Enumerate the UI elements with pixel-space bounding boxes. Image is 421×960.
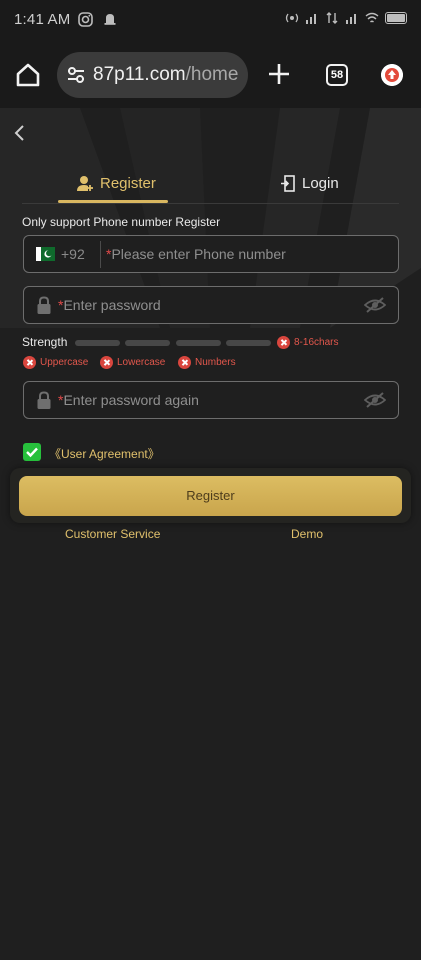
rule-length-text: 8-16chars <box>294 337 339 348</box>
register-button[interactable]: Register <box>19 476 402 516</box>
rule-numbers-text: Numbers <box>195 357 236 368</box>
tab-login-label: Login <box>302 174 339 192</box>
check-icon <box>26 447 38 458</box>
rule-lowercase-text: Lowercase <box>117 357 166 368</box>
notification-bell-icon <box>104 14 116 25</box>
rule-uppercase: Uppercase <box>23 356 88 369</box>
register-page: Register Login Only support Phone number… <box>0 108 421 960</box>
tab-login[interactable]: Login <box>280 166 339 200</box>
url-host: 87p11.com <box>93 64 186 85</box>
user-add-icon <box>77 175 93 191</box>
strength-segment <box>75 340 120 346</box>
status-bar: 1:41 AM <box>0 0 421 40</box>
tune-icon[interactable] <box>65 64 87 86</box>
confirm-password-placeholder-text: Enter password again <box>63 392 199 408</box>
chevron-left-icon[interactable] <box>10 122 30 144</box>
error-x-icon <box>23 356 36 369</box>
agreement-checkbox[interactable] <box>23 443 41 461</box>
customer-service-link[interactable]: Customer Service <box>65 527 160 541</box>
eye-off-icon[interactable] <box>364 391 386 409</box>
url-path: /home <box>185 64 239 85</box>
address-bar[interactable]: 87p11.com/home <box>57 52 248 98</box>
tab-register[interactable]: Register <box>76 166 156 200</box>
eye-off-icon[interactable] <box>364 296 386 314</box>
tab-register-label: Register <box>100 174 156 192</box>
error-x-icon <box>277 336 290 349</box>
door-enter-icon <box>281 174 295 192</box>
home-icon[interactable] <box>14 61 42 89</box>
battery-icon <box>385 12 407 24</box>
rule-lowercase: Lowercase <box>100 356 165 369</box>
lock-icon <box>37 391 51 409</box>
signal-2-icon <box>346 14 356 24</box>
demo-link[interactable]: Demo <box>291 527 323 541</box>
data-arrows-icon <box>326 12 338 24</box>
plus-icon[interactable] <box>266 61 292 87</box>
tab-divider <box>22 203 399 204</box>
rule-length: 8-16chars <box>277 336 338 349</box>
user-agreement-link[interactable]: 《User Agreement》 <box>49 445 160 462</box>
hotspot-icon <box>285 13 299 23</box>
instagram-icon <box>78 12 93 27</box>
password-placeholder-text: Enter password <box>63 297 161 313</box>
country-code-divider <box>100 241 101 268</box>
phone-placeholder-text: Please enter Phone number <box>111 246 286 262</box>
browser-toolbar: 87p11.com/home 58 <box>0 40 421 108</box>
error-x-icon <box>100 356 113 369</box>
strength-segment <box>226 340 271 346</box>
country-code[interactable]: +92 <box>61 246 85 262</box>
wifi-icon <box>365 12 379 23</box>
confirm-password-placeholder: *Enter password again <box>58 392 199 408</box>
confirm-password-field[interactable]: *Enter password again <box>23 381 399 419</box>
strength-segment <box>125 340 170 346</box>
password-placeholder: *Enter password <box>58 297 161 313</box>
phone-placeholder: *Please enter Phone number <box>106 246 286 262</box>
status-notification-icons <box>78 12 117 27</box>
error-x-icon <box>178 356 191 369</box>
signal-icon <box>306 14 316 24</box>
rule-uppercase-text: Uppercase <box>40 357 89 368</box>
url-text: 87p11.com/home <box>93 64 238 86</box>
phone-field[interactable]: +92 *Please enter Phone number <box>23 235 399 273</box>
password-field[interactable]: *Enter password <box>23 286 399 324</box>
lock-icon <box>37 296 51 314</box>
status-time: 1:41 AM <box>14 11 71 28</box>
update-icon[interactable] <box>381 64 403 86</box>
register-hint: Only support Phone number Register <box>22 215 221 229</box>
status-system-icons <box>285 11 407 25</box>
pakistan-flag-icon <box>36 247 55 261</box>
strength-label: Strength <box>22 335 68 349</box>
rule-numbers: Numbers <box>178 356 236 369</box>
tab-switcher-button[interactable]: 58 <box>326 64 348 86</box>
strength-segment <box>176 340 221 346</box>
